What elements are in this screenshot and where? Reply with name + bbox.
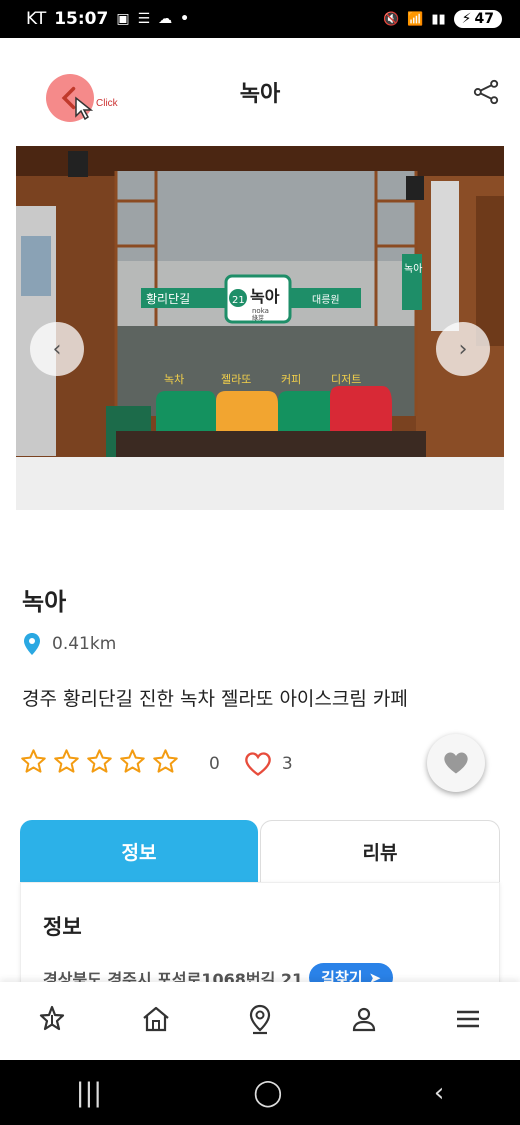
map-pin-icon xyxy=(249,1004,271,1035)
home-circle-icon[interactable]: ◯ xyxy=(253,1078,282,1108)
storefront-illustration: 황리단길 대릉원 21 녹아 noka 綠芽 녹아 녹차 젤라또 커피 디저트 xyxy=(16,146,504,457)
rating-row: 0 3 xyxy=(20,748,293,779)
place-title: 녹아 xyxy=(22,588,67,616)
heart-outline-icon[interactable] xyxy=(244,751,272,777)
place-description: 경주 황리단길 진한 녹차 젤라또 아이스크림 카페 xyxy=(22,688,408,710)
hamburger-menu-icon xyxy=(457,1010,479,1028)
photo-gallery[interactable]: 황리단길 대릉원 21 녹아 noka 綠芽 녹아 녹차 젤라또 커피 디저트 xyxy=(16,146,504,510)
cursor-icon xyxy=(75,96,94,120)
favorite-button[interactable] xyxy=(427,734,485,792)
menu-label-4: 디저트 xyxy=(331,373,361,386)
recent-apps-icon[interactable]: ||| xyxy=(76,1078,102,1108)
store-number: 21 xyxy=(232,295,245,306)
chevron-right-icon: › xyxy=(458,336,468,362)
nav-profile[interactable] xyxy=(348,1003,380,1039)
heart-icon xyxy=(444,752,468,774)
home-icon xyxy=(143,1006,169,1032)
nav-home[interactable] xyxy=(140,1003,172,1039)
nav-map[interactable] xyxy=(244,1003,276,1039)
menu-label-2: 젤라또 xyxy=(221,373,251,386)
wifi-icon: 📶 xyxy=(407,11,424,27)
location-pin-icon xyxy=(24,633,40,655)
distance-row: 0.41km xyxy=(22,632,116,656)
star-rating[interactable] xyxy=(20,748,179,779)
dot-icon: • xyxy=(180,11,190,27)
star-icon[interactable] xyxy=(20,748,47,779)
street-sign-left: 황리단길 xyxy=(146,292,190,306)
status-bar: KT 15:07 ▣ ☰ ☁ • 🔇 📶 ▮▮ ⚡ 47 xyxy=(0,0,520,38)
nav-favorites[interactable] xyxy=(36,1003,68,1039)
carrier-label: KT xyxy=(26,9,47,29)
star-sparkle-icon xyxy=(39,1005,65,1031)
click-label: Click xyxy=(96,98,118,109)
system-navigation-bar: ||| ◯ ‹ xyxy=(0,1060,520,1125)
menu-label-3: 커피 xyxy=(281,373,301,386)
info-heading: 정보 xyxy=(43,915,82,939)
tab-info[interactable]: 정보 xyxy=(20,820,258,882)
nav-menu[interactable] xyxy=(452,1003,484,1039)
store-sign-sub: 綠芽 xyxy=(252,314,264,322)
battery-indicator: ⚡ 47 xyxy=(453,10,502,28)
like-count: 3 xyxy=(281,753,293,774)
battery-level: 47 xyxy=(474,11,494,27)
star-icon[interactable] xyxy=(119,748,146,779)
menu-label-1: 녹차 xyxy=(164,373,184,386)
signal-icon: ▮▮ xyxy=(431,11,446,27)
rating-count: 0 xyxy=(209,753,220,774)
street-sign-right: 대릉원 xyxy=(312,294,340,306)
mute-icon: 🔇 xyxy=(382,11,400,27)
chevron-left-icon: ‹ xyxy=(52,336,62,362)
page-title: 녹아 xyxy=(239,81,281,107)
detail-tabs: 정보 리뷰 xyxy=(20,820,500,882)
notification-icon: ☰ xyxy=(137,11,151,27)
place-photo: 황리단길 대릉원 21 녹아 noka 綠芽 녹아 녹차 젤라또 커피 디저트 xyxy=(16,146,504,457)
clock: 15:07 xyxy=(54,9,109,29)
tab-review[interactable]: 리뷰 xyxy=(260,820,500,882)
share-icon[interactable] xyxy=(472,78,500,106)
store-sign-name: 녹아 xyxy=(250,287,280,306)
store-sign-roman: noka xyxy=(252,307,269,315)
gallery-prev-button[interactable]: ‹ xyxy=(30,322,84,376)
cloud-icon: ☁ xyxy=(158,11,173,27)
system-back-icon[interactable]: ‹ xyxy=(434,1078,444,1108)
star-icon[interactable] xyxy=(53,748,80,779)
side-sign: 녹아 xyxy=(404,263,422,275)
user-icon xyxy=(352,1007,376,1032)
gallery-next-button[interactable]: › xyxy=(436,322,490,376)
bottom-navigation xyxy=(0,982,520,1060)
app-header: Click 녹아 xyxy=(0,38,520,145)
distance-value: 0.41km xyxy=(52,634,117,654)
screenshot-icon: ▣ xyxy=(116,11,130,27)
star-icon[interactable] xyxy=(86,748,113,779)
star-icon[interactable] xyxy=(152,748,179,779)
